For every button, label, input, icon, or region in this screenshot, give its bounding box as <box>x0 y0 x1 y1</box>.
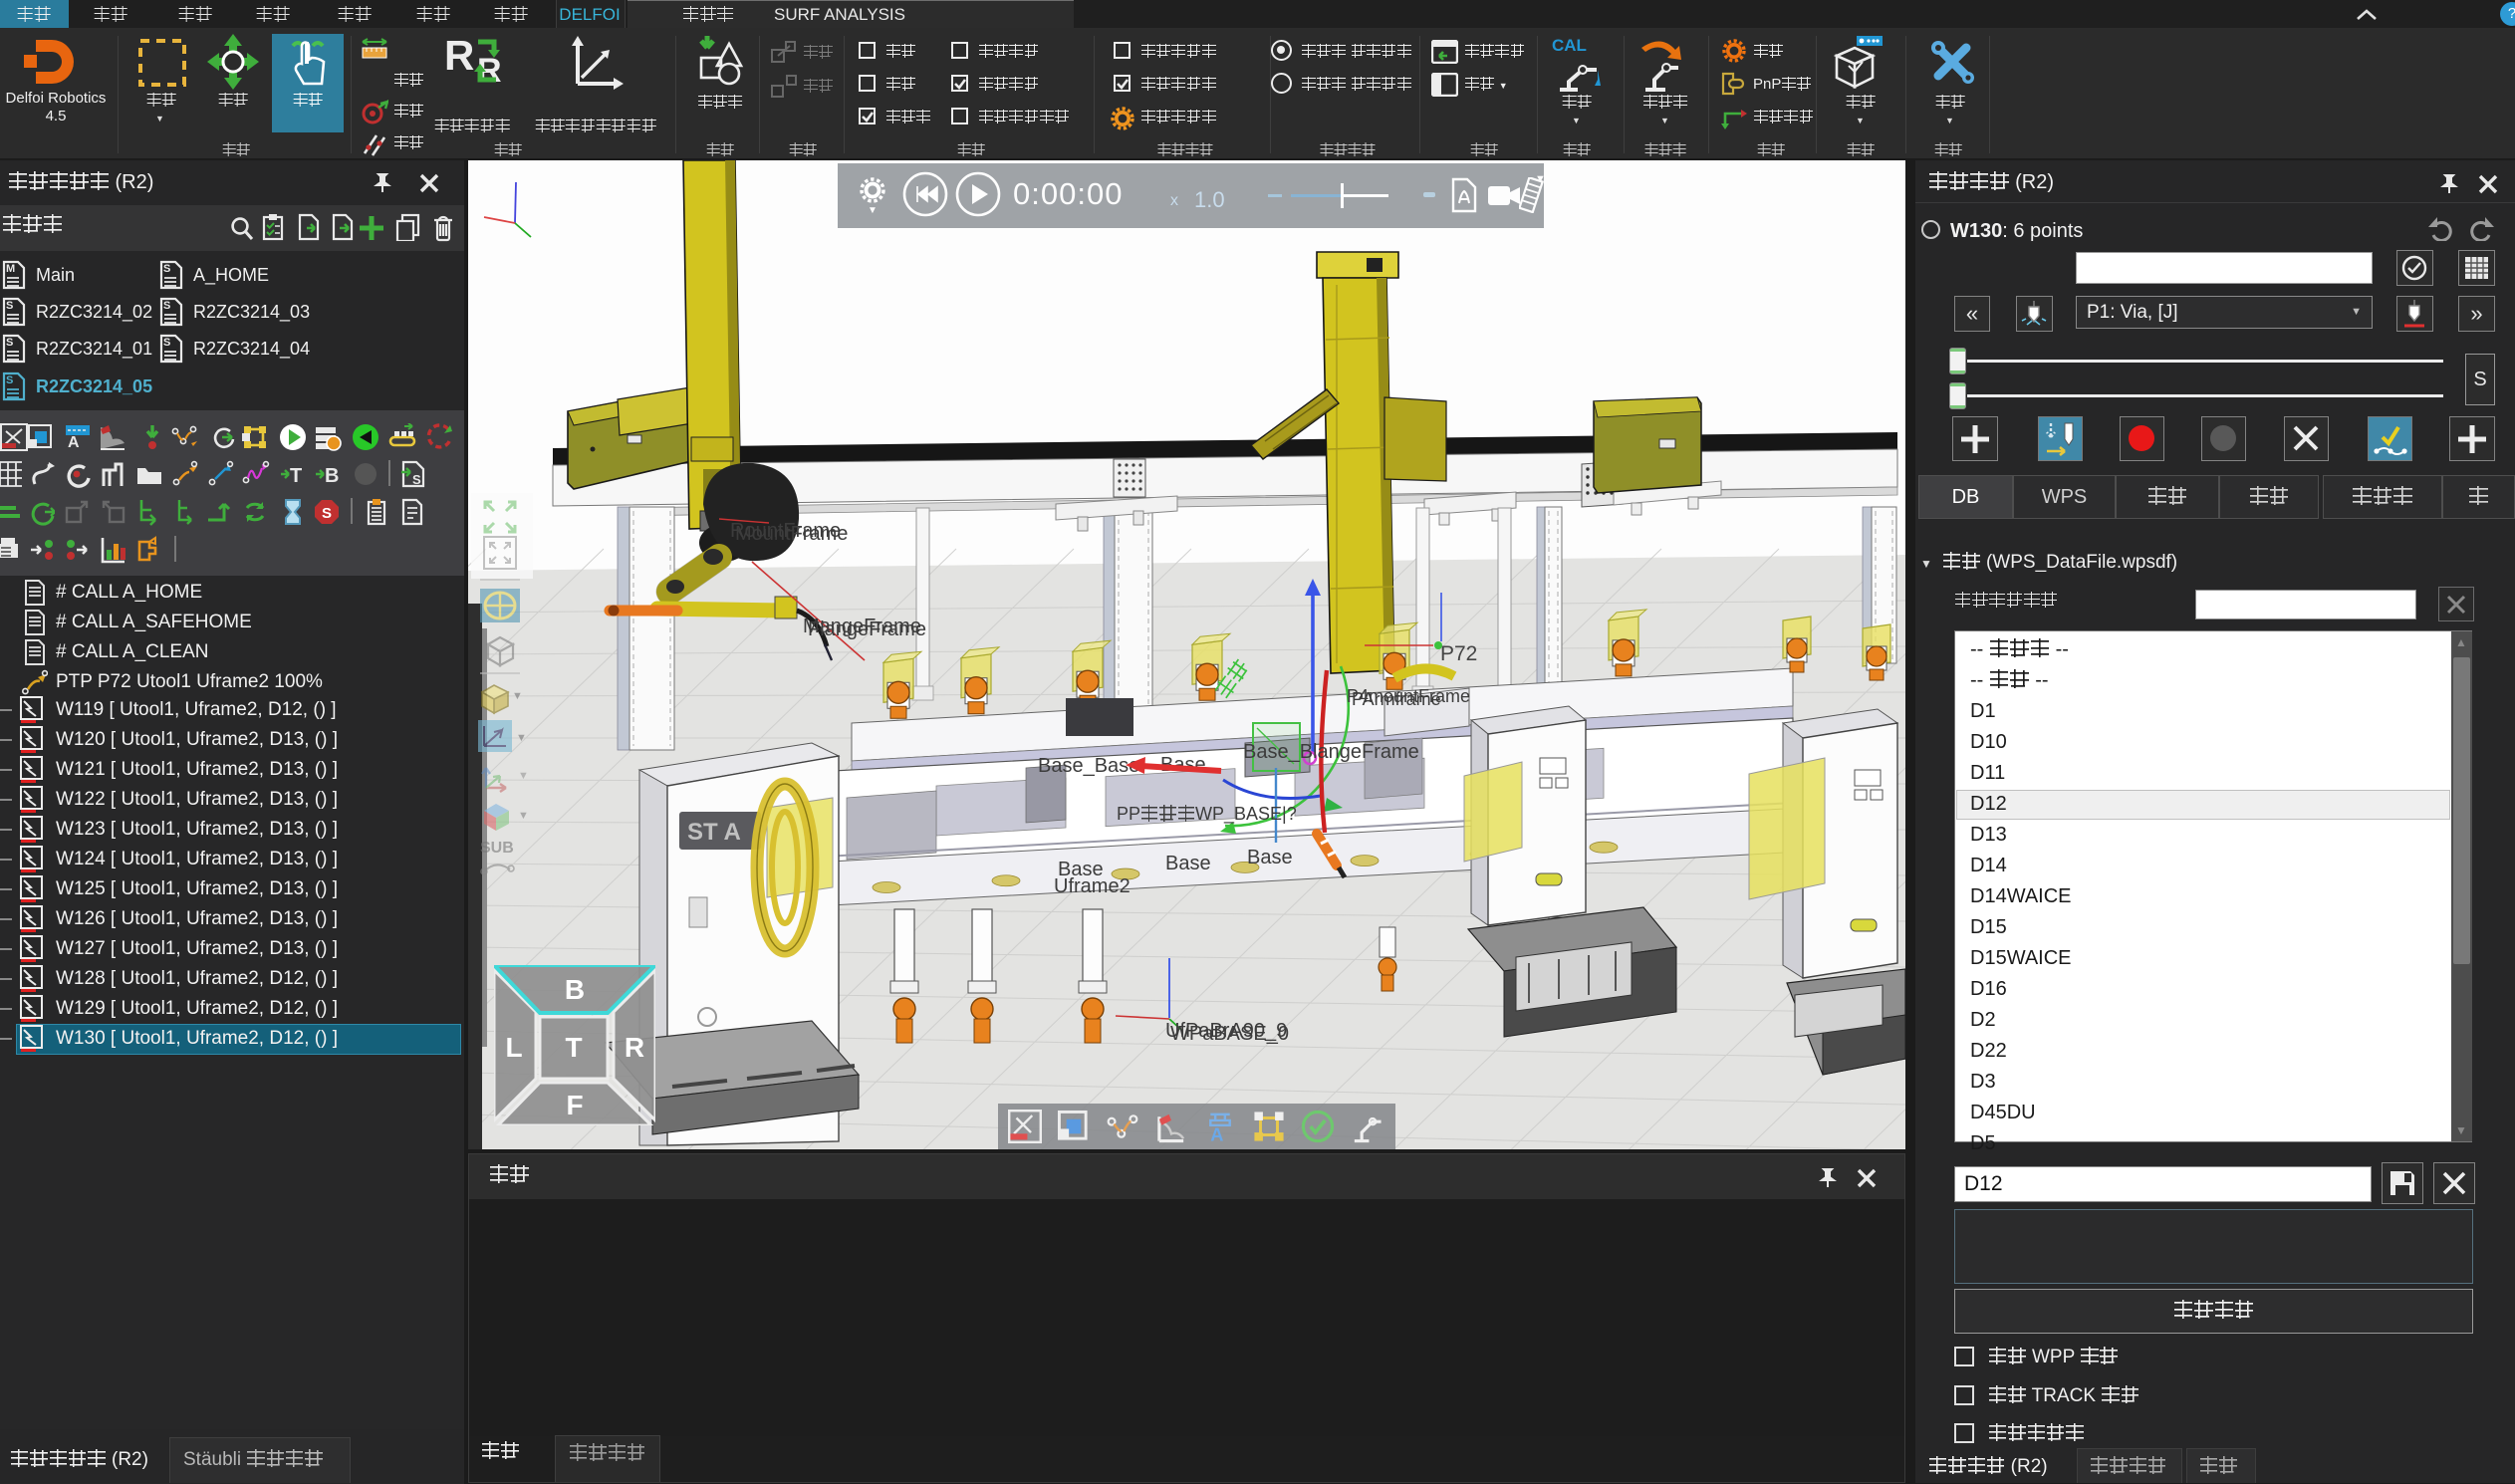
svg-text:B: B <box>325 465 339 487</box>
svg-text:S: S <box>6 300 13 312</box>
svg-text:Base_BlangeFrame: Base_BlangeFrame <box>1243 741 1419 763</box>
svg-text:Base: Base <box>1165 853 1211 874</box>
svg-text:P72: P72 <box>1440 642 1477 665</box>
svg-text:F: F <box>566 1090 583 1120</box>
svg-text:PArmframe: PArmframe <box>1352 689 1441 709</box>
svg-text:M: M <box>6 263 15 275</box>
svg-text:S: S <box>6 337 13 349</box>
svg-text:FlangeFrame: FlangeFrame <box>808 618 926 640</box>
svg-text:WPaBASE_0: WPaBASE_0 <box>1170 1023 1289 1045</box>
svg-text:B: B <box>565 974 585 1005</box>
svg-text:L: L <box>505 1032 522 1063</box>
svg-text:R: R <box>625 1032 644 1063</box>
svg-text:S: S <box>6 374 13 386</box>
svg-text:Base: Base <box>1247 847 1293 868</box>
svg-text:A: A <box>1210 1125 1223 1143</box>
svg-text:S: S <box>163 263 170 275</box>
svg-text:A: A <box>68 434 80 451</box>
svg-text:Uframe2: Uframe2 <box>1054 875 1131 897</box>
svg-text:ST A: ST A <box>687 819 741 846</box>
svg-text:T: T <box>565 1032 582 1063</box>
svg-text:S: S <box>163 337 170 349</box>
svg-text:Base_Base: Base_Base <box>1038 755 1139 777</box>
svg-text:MountFrame: MountFrame <box>735 523 848 545</box>
svg-text:S: S <box>412 472 421 487</box>
svg-text:S: S <box>322 505 332 522</box>
svg-text:T: T <box>290 465 302 487</box>
svg-text:S: S <box>163 300 170 312</box>
